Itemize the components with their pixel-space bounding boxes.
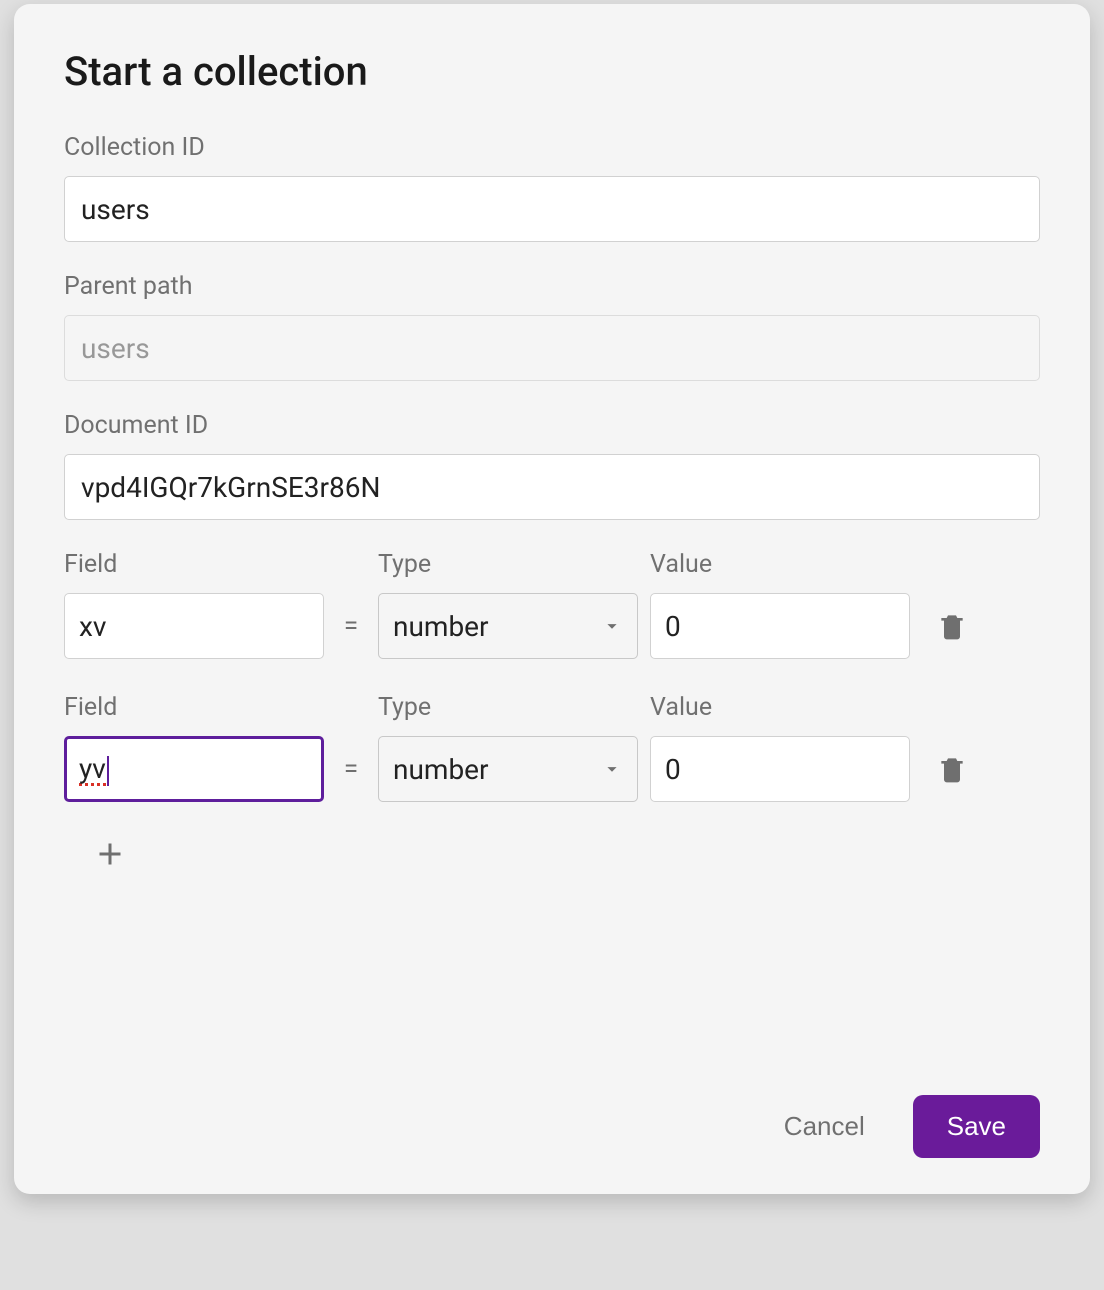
fields-section: Field xv = Type number Value 0 — [64, 550, 1040, 872]
field-name-label: Field — [64, 550, 324, 579]
equals-sign: = — [336, 593, 366, 659]
field-value-input[interactable]: 0 — [650, 736, 910, 802]
field-name-input[interactable]: xv — [64, 593, 324, 659]
start-collection-dialog: Start a collection Collection ID users P… — [14, 4, 1090, 1194]
document-id-group: Document ID vpd4IGQr7kGrnSE3r86N — [64, 411, 1040, 520]
document-id-value: vpd4IGQr7kGrnSE3r86N — [81, 471, 1023, 504]
trash-icon[interactable] — [936, 610, 968, 642]
document-id-label: Document ID — [64, 411, 1040, 440]
field-type-label: Type — [378, 693, 638, 722]
add-field-button[interactable] — [64, 836, 1040, 872]
field-name-value: xv — [79, 610, 106, 643]
parent-path-input: users — [64, 315, 1040, 381]
field-type-value: number — [393, 753, 489, 786]
field-type-select[interactable]: number — [378, 736, 638, 802]
collection-id-label: Collection ID — [64, 133, 1040, 162]
plus-icon — [92, 836, 1040, 872]
field-value-value: 0 — [665, 610, 681, 643]
field-type-select[interactable]: number — [378, 593, 638, 659]
field-row: Field xv = Type number Value 0 — [64, 550, 1040, 659]
field-value-label: Value — [650, 693, 910, 722]
field-type-value: number — [393, 610, 489, 643]
parent-path-group: Parent path users — [64, 272, 1040, 381]
field-name-label: Field — [64, 693, 324, 722]
save-button[interactable]: Save — [913, 1095, 1040, 1158]
document-id-input[interactable]: vpd4IGQr7kGrnSE3r86N — [64, 454, 1040, 520]
chevron-down-icon — [601, 615, 623, 637]
field-value-input[interactable]: 0 — [650, 593, 910, 659]
dialog-title: Start a collection — [64, 48, 1040, 95]
collection-id-group: Collection ID users — [64, 133, 1040, 242]
collection-id-input[interactable]: users — [64, 176, 1040, 242]
field-name-input[interactable]: yv — [64, 736, 324, 802]
field-value-value: 0 — [665, 753, 681, 786]
equals-sign: = — [336, 736, 366, 802]
trash-icon[interactable] — [936, 753, 968, 785]
parent-path-value: users — [81, 332, 1023, 365]
cancel-button[interactable]: Cancel — [776, 1097, 873, 1156]
collection-id-value: users — [81, 193, 1023, 226]
parent-path-label: Parent path — [64, 272, 1040, 301]
dialog-actions: Cancel Save — [64, 1095, 1040, 1158]
field-type-label: Type — [378, 550, 638, 579]
field-name-value: yv — [79, 752, 109, 786]
field-row: Field yv = Type number Value 0 — [64, 693, 1040, 802]
chevron-down-icon — [601, 758, 623, 780]
field-value-label: Value — [650, 550, 910, 579]
